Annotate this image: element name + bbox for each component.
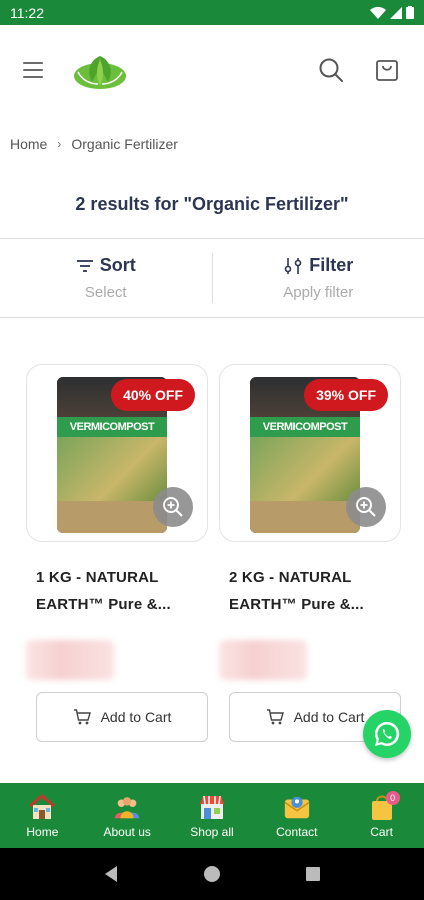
breadcrumb-separator: ›: [57, 137, 62, 151]
brand-logo[interactable]: [72, 50, 128, 90]
product-title[interactable]: 1 KG - NATURAL EARTH™ Pure &...: [26, 564, 208, 618]
filter-sliders-icon: [284, 257, 302, 274]
nav-home-label: Home: [26, 824, 59, 839]
whatsapp-icon[interactable]: [363, 710, 411, 758]
filter-label: Filter: [309, 255, 354, 275]
price-redacted: [219, 640, 307, 680]
signal-icon: [390, 6, 402, 19]
hamburger-icon[interactable]: [20, 60, 46, 80]
product-title[interactable]: 2 KG - NATURAL EARTH™ Pure &...: [219, 564, 401, 618]
add-to-cart-label: Add to Cart: [293, 709, 365, 725]
breadcrumb: Home › Organic Fertilizer: [10, 136, 178, 152]
add-to-cart-label: Add to Cart: [100, 709, 172, 725]
nav-cart[interactable]: 0 Cart: [339, 783, 424, 848]
nav-contact[interactable]: Contact: [254, 783, 339, 848]
product-title-line1: 1 KG - NATURAL: [36, 569, 159, 586]
sort-label: Sort: [99, 255, 136, 275]
zoom-in-icon[interactable]: [153, 487, 193, 527]
product-title-line2: EARTH™ Pure &...: [229, 596, 364, 613]
nav-cart-label: Cart: [370, 824, 393, 839]
people-icon: [113, 793, 141, 821]
product-image[interactable]: VERMICOMPOST 39% OFF: [219, 364, 401, 542]
sort-sublabel: Select: [84, 284, 127, 301]
discount-badge: 40% OFF: [111, 379, 195, 411]
breadcrumb-home[interactable]: Home: [10, 136, 47, 152]
price-redacted: [26, 640, 114, 680]
sort-button[interactable]: Sort Select: [0, 239, 212, 317]
nav-home[interactable]: Home: [0, 783, 85, 848]
sort-icon: [76, 259, 93, 272]
contact-icon: [283, 793, 311, 821]
cart-icon: [266, 709, 284, 725]
app-header: [0, 25, 424, 115]
filter-sublabel: Apply filter: [283, 284, 354, 301]
recents-icon[interactable]: [298, 859, 328, 889]
add-to-cart-button[interactable]: Add to Cart: [36, 692, 208, 742]
home-circle-icon[interactable]: [197, 859, 227, 889]
zoom-in-icon[interactable]: [346, 487, 386, 527]
bottom-nav: Home About us Shop all Contact 0 Cart: [0, 783, 424, 848]
discount-badge: 39% OFF: [304, 379, 388, 411]
cart-count-badge: 0: [385, 791, 400, 805]
status-time: 11:22: [10, 4, 44, 21]
back-icon[interactable]: [96, 859, 126, 889]
product-card[interactable]: VERMICOMPOST 40% OFF 1 KG - NATURAL EART…: [26, 364, 208, 742]
nav-about-us[interactable]: About us: [85, 783, 170, 848]
breadcrumb-current: Organic Fertilizer: [71, 136, 178, 152]
nav-about-us-label: About us: [103, 824, 151, 839]
bag-label-text: VERMICOMPOST: [57, 417, 167, 437]
battery-icon: [406, 6, 414, 19]
bag-label-text: VERMICOMPOST: [250, 417, 360, 437]
status-bar: 11:22: [0, 0, 424, 25]
store-icon: [198, 793, 226, 821]
wifi-icon: [370, 6, 386, 19]
home-icon: [28, 793, 56, 821]
nav-contact-label: Contact: [276, 824, 318, 839]
product-image[interactable]: VERMICOMPOST 40% OFF: [26, 364, 208, 542]
nav-shop-all-label: Shop all: [190, 824, 234, 839]
shopping-bag-icon[interactable]: [370, 53, 404, 87]
search-icon[interactable]: [314, 53, 348, 87]
android-nav-bar: [0, 848, 424, 900]
filter-button[interactable]: Filter Apply filter: [213, 239, 424, 317]
nav-shop-all[interactable]: Shop all: [170, 783, 255, 848]
cart-icon: [73, 709, 91, 725]
product-card[interactable]: VERMICOMPOST 39% OFF 2 KG - NATURAL EART…: [219, 364, 401, 742]
product-title-line1: 2 KG - NATURAL: [229, 569, 352, 586]
status-icons: [370, 6, 414, 19]
product-title-line2: EARTH™ Pure &...: [36, 596, 171, 613]
page-title: 2 results for "Organic Fertilizer": [75, 194, 349, 214]
sort-filter-bar: Sort Select Filter Apply filter: [0, 238, 424, 318]
